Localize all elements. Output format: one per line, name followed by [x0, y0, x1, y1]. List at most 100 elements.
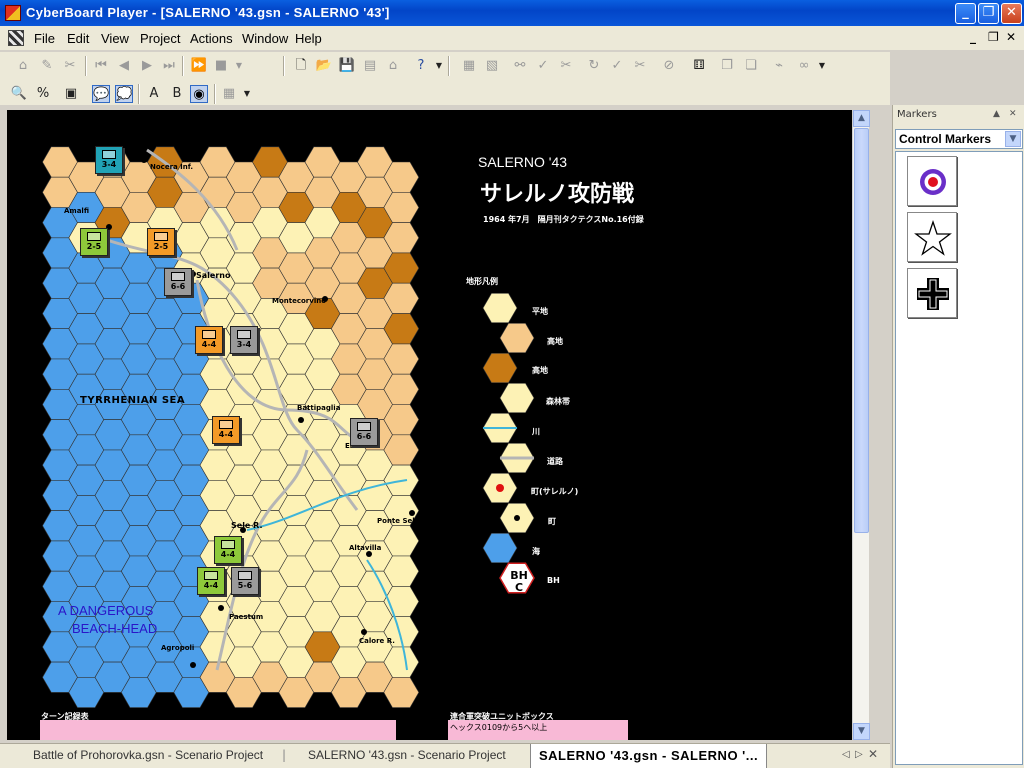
legend-hex: [482, 293, 518, 323]
stop-icon[interactable]: ■: [212, 57, 230, 75]
unit-type-icon: [357, 422, 371, 431]
tab-salerno-scenario[interactable]: SALERNO '43.gsn - Scenario Project: [308, 748, 506, 762]
check-icon[interactable]: ✓: [608, 57, 626, 75]
menu-view[interactable]: View: [101, 31, 129, 46]
unit-type-icon: [237, 330, 251, 339]
unlink-icon[interactable]: ✓: [534, 57, 552, 75]
town-label: Battipaglia: [297, 404, 341, 412]
print-icon[interactable]: ▤: [361, 57, 379, 75]
close-button[interactable]: ✕: [1001, 3, 1022, 24]
mdi-close-button[interactable]: ✕: [1006, 30, 1016, 44]
first-move-icon[interactable]: ⏮: [92, 57, 110, 75]
vertical-scrollbar[interactable]: ▲ ▼: [852, 110, 870, 740]
star-icon: [914, 219, 952, 256]
shuffle-icon[interactable]: ⌁: [770, 57, 788, 75]
scroll-thumb[interactable]: [854, 128, 869, 533]
star-marker[interactable]: [907, 212, 957, 262]
unit-counter[interactable]: 2-5: [80, 228, 108, 256]
beachhead-label-1: A DANGEROUS: [58, 603, 154, 618]
tab-next-icon[interactable]: ▷: [855, 749, 863, 760]
legend-bh-bottom: C: [514, 581, 524, 594]
link-pieces-icon[interactable]: ∞: [795, 57, 813, 75]
tab-close-icon[interactable]: ✕: [868, 747, 878, 761]
maximize-button[interactable]: ❐: [978, 3, 999, 24]
move-stack-icon[interactable]: ⌂: [14, 57, 32, 75]
legend-hex: [482, 353, 518, 384]
chevron-down-icon[interactable]: ▼: [1005, 131, 1021, 147]
unit-counter[interactable]: 4-4: [195, 326, 223, 354]
open-folder-icon[interactable]: 📂: [315, 57, 333, 75]
iron-cross-marker[interactable]: [907, 268, 957, 318]
menu-file[interactable]: File: [34, 31, 55, 46]
beachhead-label-2: BEACH-HEAD: [72, 621, 158, 636]
dice-icon[interactable]: ⚅: [690, 57, 708, 75]
unstack-icon[interactable]: ▧: [483, 57, 501, 75]
menu-actions[interactable]: Actions: [190, 31, 233, 46]
tab-prev-icon[interactable]: ◁: [842, 749, 850, 760]
to-back-icon[interactable]: ❏: [742, 57, 760, 75]
town-label: Montecorvino: [272, 297, 327, 305]
unit-strength: 6-6: [170, 282, 186, 291]
panel-close-icon[interactable]: ✕: [1009, 109, 1017, 119]
tab-salerno-game[interactable]: SALERNO '43.gsn - SALERNO '...: [530, 744, 768, 768]
scroll-down-icon[interactable]: ▼: [853, 723, 870, 740]
document-icon[interactable]: [8, 30, 24, 46]
tab-prohorovka[interactable]: Battle of Prohorovka.gsn - Scenario Proj…: [33, 748, 263, 762]
tooltip-icon[interactable]: 💬: [92, 85, 110, 103]
board-select-icon[interactable]: ▣: [62, 85, 80, 103]
unit-counter[interactable]: 3-4: [95, 146, 123, 174]
help-dropdown-icon[interactable]: ▼: [430, 57, 448, 75]
text-b-icon[interactable]: B: [168, 85, 186, 103]
mdi-minimize-button[interactable]: _: [970, 30, 976, 44]
notes-icon[interactable]: 💭: [115, 85, 133, 103]
unit-counter[interactable]: 6-6: [350, 418, 378, 446]
eye-icon[interactable]: ◉: [190, 85, 208, 103]
zoom-icon[interactable]: 🔍: [10, 85, 28, 103]
stack-icon[interactable]: ▦: [460, 57, 478, 75]
link-dropdown-icon[interactable]: ▼: [813, 57, 831, 75]
dropdown-arrow-icon[interactable]: ▼: [230, 57, 248, 75]
roundel-marker[interactable]: [907, 156, 957, 206]
rotate-icon[interactable]: ↻: [585, 57, 603, 75]
menu-edit[interactable]: Edit: [67, 31, 89, 46]
move-icon[interactable]: ✎: [38, 57, 56, 75]
tool-icon[interactable]: ✂: [557, 57, 575, 75]
mdi-restore-button[interactable]: ❐: [988, 30, 999, 44]
unit-counter[interactable]: 4-4: [197, 567, 225, 595]
menu-project[interactable]: Project: [140, 31, 180, 46]
text-a-icon[interactable]: A: [145, 85, 163, 103]
hex-map[interactable]: [7, 110, 852, 740]
unit-counter[interactable]: 5-6: [231, 567, 259, 595]
marker-list[interactable]: [895, 151, 1023, 765]
grid-dropdown-icon[interactable]: ▼: [238, 85, 256, 103]
previous-move-icon[interactable]: ◀: [115, 57, 133, 75]
to-front-icon[interactable]: ❐: [718, 57, 736, 75]
menu-help[interactable]: Help: [295, 31, 322, 46]
unit-counter[interactable]: 3-4: [230, 326, 258, 354]
marker-group-select[interactable]: Control Markers ▼: [895, 129, 1023, 149]
fast-forward-icon[interactable]: ⏩: [190, 57, 208, 75]
last-move-icon[interactable]: ⏭: [160, 57, 178, 75]
scissor-icon[interactable]: ✂: [631, 57, 649, 75]
unit-counter[interactable]: 4-4: [212, 416, 240, 444]
help-cursor-icon[interactable]: ?: [412, 57, 430, 75]
unit-counter[interactable]: 6-6: [164, 268, 192, 296]
game-board[interactable]: SALERNO '43 サレルノ攻防戦 1964 年7月 隔月刊タクテクスNo.…: [7, 110, 852, 740]
minimize-button[interactable]: _: [955, 3, 976, 24]
next-move-icon[interactable]: ▶: [138, 57, 156, 75]
unit-counter[interactable]: 4-4: [214, 536, 242, 564]
scale-icon[interactable]: %: [34, 85, 52, 103]
preview-icon[interactable]: ⌂: [384, 57, 402, 75]
hide-icon[interactable]: ⊘: [660, 57, 678, 75]
link-icon[interactable]: ⚯: [511, 57, 529, 75]
new-file-icon[interactable]: 🗋: [292, 57, 310, 75]
unit-counter[interactable]: 2-5: [147, 228, 175, 256]
grid-icon[interactable]: ▦: [220, 85, 238, 103]
save-icon[interactable]: 💾: [338, 57, 356, 75]
menu-window[interactable]: Window: [242, 31, 288, 46]
scroll-up-icon[interactable]: ▲: [853, 110, 870, 127]
town-label: Nocera Inf.: [150, 163, 194, 171]
move-back-icon[interactable]: ✂: [61, 57, 79, 75]
panel-pin-icon[interactable]: ▲: [993, 109, 1000, 119]
town-dot: [361, 629, 367, 635]
